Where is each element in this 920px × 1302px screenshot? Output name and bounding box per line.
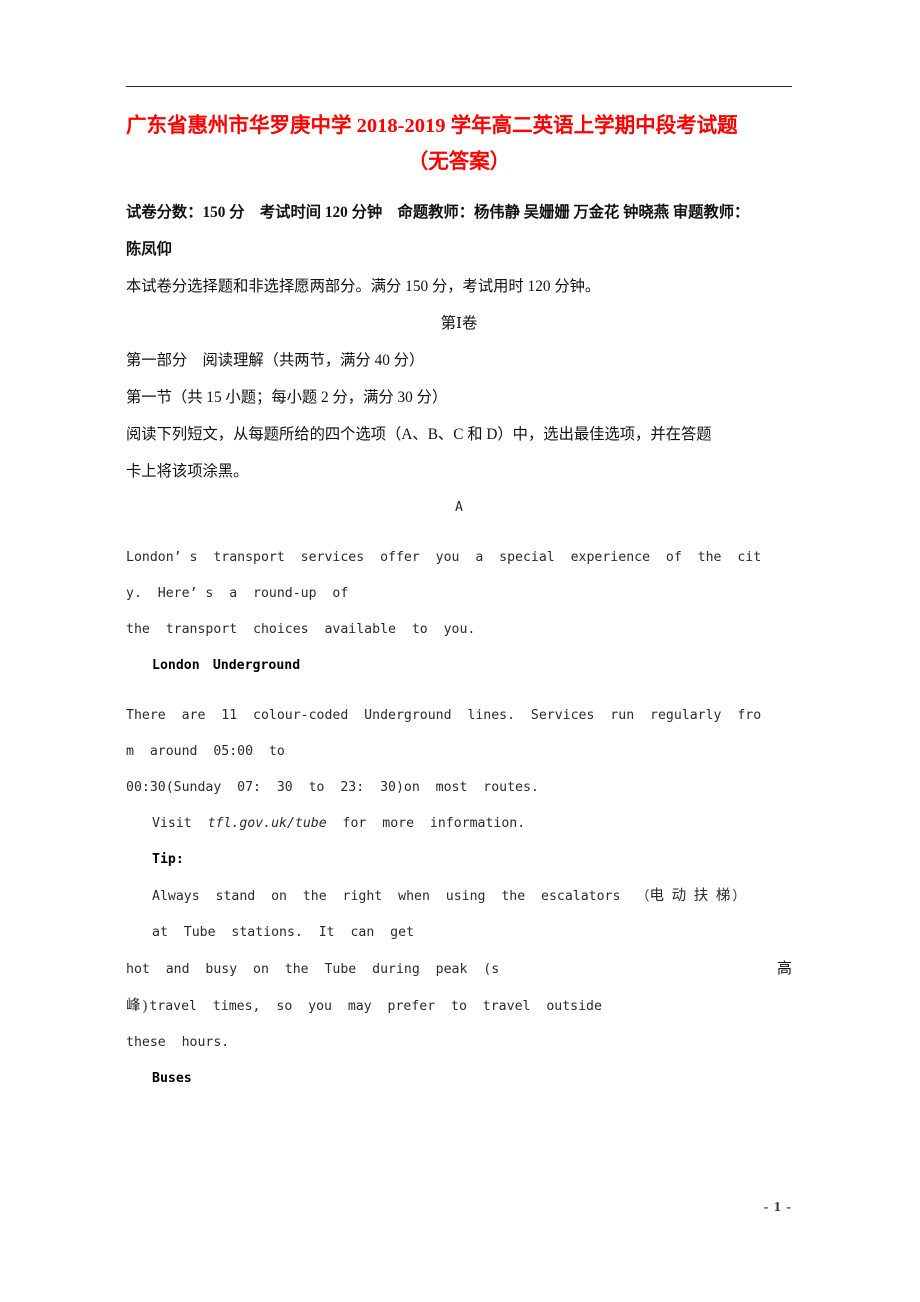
- document-page: 广东省惠州市华罗庚中学 2018-2019 学年高二英语上学期中段考试题 （无答…: [0, 0, 920, 1302]
- tip-line-5: these hours.: [126, 1035, 230, 1050]
- passage-line-3: the transport choices available to you.: [126, 622, 476, 637]
- exam-instructions: 本试卷分选择题和非选择愿两部分。满分 150 分，考试用时 120 分钟。: [126, 278, 601, 295]
- page-title: 广东省惠州市华罗庚中学 2018-2019 学年高二英语上学期中段考试题 （无答…: [126, 108, 792, 180]
- page-title-line2: （无答案）: [407, 151, 511, 173]
- subheading-london-underground: London Underground: [152, 658, 301, 673]
- directions-line1: 阅读下列短文，从每题所给的四个选项（A、B、C 和 D）中，选出最佳选项，并在答…: [126, 426, 712, 443]
- tfl-website-link[interactable]: tfl.gov.uk/tube: [208, 816, 327, 831]
- tip-line-4-english: travel times, so you may prefer to trave…: [149, 999, 602, 1014]
- section-one-heading: 第一节（共 15 小题；每小题 2 分，满分 30 分）: [126, 389, 448, 406]
- tip-line-3-chinese-gloss-start: 高: [776, 961, 792, 977]
- exam-info-line1: 试卷分数：150 分 考试时间 120 分钟 命题教师：杨伟静 吴姗姗 万金花 …: [126, 204, 750, 221]
- subheading-tip: Tip:: [152, 852, 184, 867]
- part-one-heading: 第一部分 阅读理解（共两节，满分 40 分）: [126, 352, 425, 369]
- passage-line-5: m around 05:00 to: [126, 744, 285, 759]
- paper-label: 第Ⅰ卷: [440, 315, 478, 332]
- passage-line-2: y. Here’ s a round-up of: [126, 586, 349, 601]
- document-content: 广东省惠州市华罗庚中学 2018-2019 学年高二英语上学期中段考试题 （无答…: [126, 108, 792, 1097]
- tip-line-1-english: Always stand on the right when using the…: [152, 889, 650, 904]
- header-divider-rule: [126, 86, 792, 87]
- passage-visit-line: Visit tfl.gov.uk/tube for more informati…: [126, 806, 792, 842]
- tip-line-3: hot and busy on the Tube during peak (s …: [126, 951, 792, 988]
- passage-label-a: A: [455, 500, 463, 515]
- tip-line-2: at Tube stations. It can get: [152, 925, 415, 940]
- directions-line2: 卡上将该项涂黑。: [126, 463, 249, 480]
- tip-line-4: 峰)travel times, so you may prefer to tra…: [126, 988, 792, 1025]
- tip-line-1-close-paren: ）: [732, 889, 746, 904]
- page-number-footer: - 1 -: [763, 1200, 792, 1215]
- visit-suffix-text: for more information.: [326, 816, 526, 831]
- tip-line-4-chinese-gloss-end: 峰): [126, 998, 150, 1014]
- passage-line-6: 00:30(Sunday 07: 30 to 23: 30)on most ro…: [126, 780, 539, 795]
- passage-line-4: There are 11 colour-coded Underground li…: [126, 708, 762, 723]
- spacer-after-title: [126, 180, 792, 194]
- tip-line-3-english: hot and busy on the Tube during peak (s: [126, 962, 500, 977]
- page-title-line1: 广东省惠州市华罗庚中学 2018-2019 学年高二英语上学期中段考试题: [126, 115, 738, 137]
- passage-line-1: London’ s transport services offer you a…: [126, 550, 762, 565]
- visit-prefix-text: Visit: [152, 816, 208, 831]
- spacer-after-passage-label: [126, 526, 792, 540]
- tip-line-1: Always stand on the right when using the…: [126, 878, 792, 915]
- tip-line-1-chinese-gloss: 电 动 扶 梯: [649, 888, 733, 904]
- spacer-after-underground-heading: [126, 684, 792, 698]
- exam-info-line2: 陈凤仰: [126, 241, 172, 258]
- subheading-buses: Buses: [152, 1071, 192, 1086]
